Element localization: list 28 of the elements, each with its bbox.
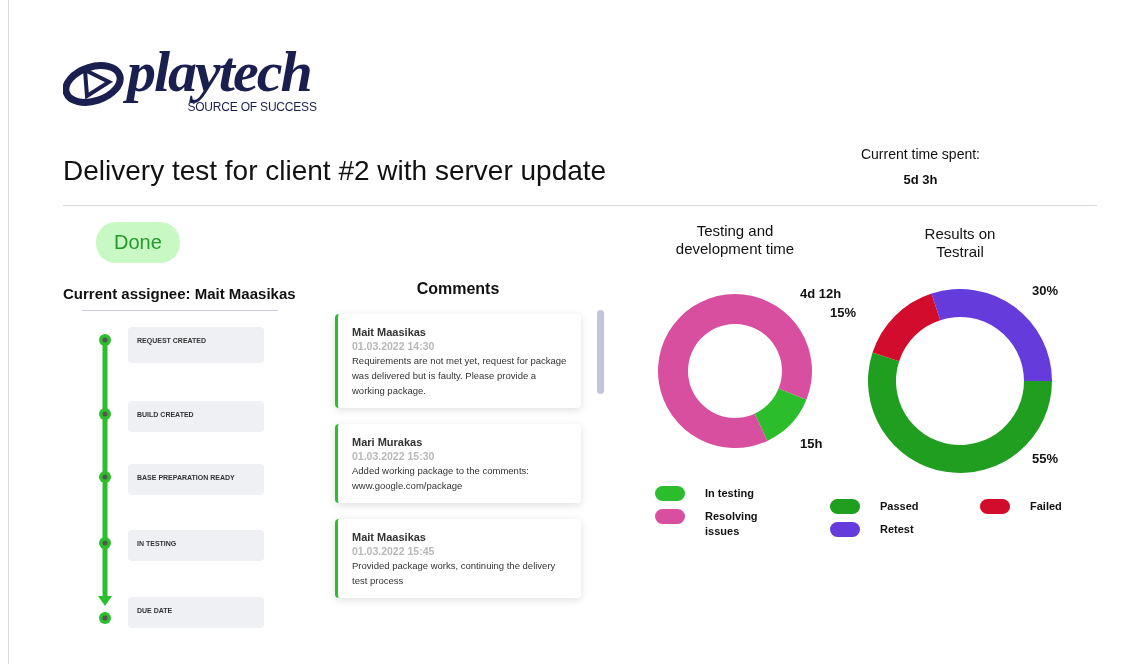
page-title: Delivery test for client #2 with server update bbox=[63, 155, 607, 187]
comment-time: 01.03.2022 14:30 bbox=[352, 340, 436, 352]
comments-title: Comments bbox=[415, 280, 501, 298]
slice-value-label: 55% bbox=[1032, 451, 1059, 466]
legend-label: In testing bbox=[705, 486, 755, 501]
slice-value-label: 15h bbox=[800, 436, 823, 451]
comment-author: Mait Maasikas bbox=[352, 531, 427, 543]
legend-label: Failed bbox=[1030, 499, 1063, 514]
time-spent-value: 5d 3h bbox=[903, 172, 938, 187]
assignee-label: Current assignee: Mait Maasikas bbox=[63, 285, 297, 302]
comment-text: Provided package works, continuing the delivery test process bbox=[352, 559, 557, 588]
comment-time: 01.03.2022 15:30 bbox=[352, 450, 436, 462]
comment-author: Mari Murakas bbox=[352, 436, 424, 448]
comment-text: Requirements are not met yet, request for package was delivered but is faulty. Please provide a working package. bbox=[352, 354, 567, 398]
legend-label: Resolving issues bbox=[705, 509, 759, 539]
slice-value-label: 30% bbox=[1032, 283, 1059, 298]
slice-value-label: 4d 12h bbox=[800, 286, 842, 301]
chart-title: Testing and development time bbox=[674, 222, 796, 258]
time-spent-label: Current time spent: bbox=[860, 146, 980, 162]
chart-title: Results on Testrail bbox=[923, 225, 997, 261]
slice-value-label: 15% bbox=[830, 305, 857, 320]
scrollbar-thumb[interactable] bbox=[597, 310, 604, 394]
comment-text: Added working package to the comments: www.google.com/package bbox=[352, 464, 530, 493]
legend-label: Passed bbox=[880, 499, 920, 514]
comment-author: Mait Maasikas bbox=[352, 326, 427, 338]
status-badge: Done bbox=[96, 222, 180, 263]
comment-time: 01.03.2022 15:45 bbox=[352, 545, 436, 557]
legend-label: Retest bbox=[880, 522, 915, 537]
